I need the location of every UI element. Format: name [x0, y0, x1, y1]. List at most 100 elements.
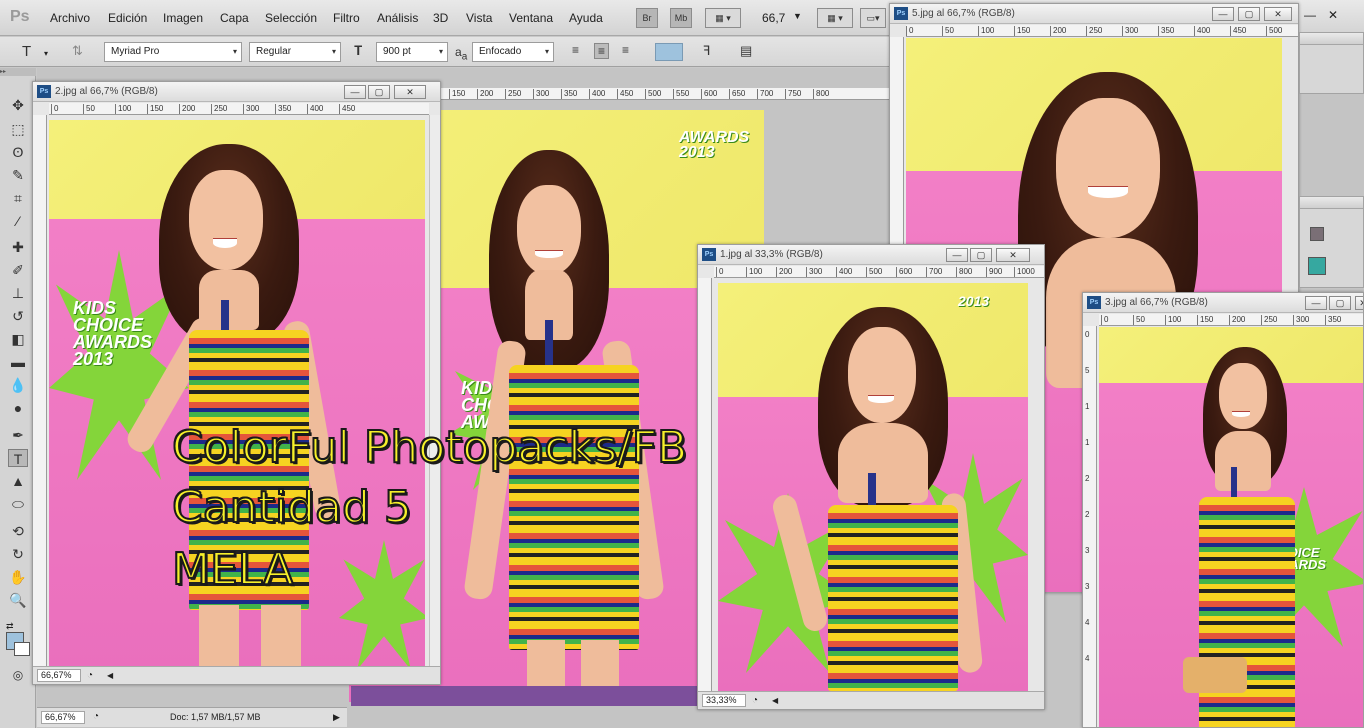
menu-archivo[interactable]: Archivo [50, 11, 90, 25]
document-titlebar[interactable]: Ps 3.jpg al 66,7% (RGB/8) — ▢ ✕ [1083, 293, 1363, 313]
minimize-button[interactable]: — [1212, 7, 1234, 21]
shape-tool-icon[interactable]: ⬭ [8, 495, 28, 513]
3d-rotate-tool-icon[interactable]: ⟲ [8, 522, 28, 540]
photo-kca-logo-top: 2013 [958, 294, 989, 308]
type-tool-button[interactable]: T [8, 449, 28, 467]
clone-stamp-tool-icon[interactable]: ⊥ [8, 284, 28, 302]
zoom-dropdown-icon[interactable]: ▼ [793, 11, 802, 21]
pen-tool-icon[interactable]: ✒ [8, 426, 28, 444]
menu-analisis[interactable]: Análisis [377, 11, 418, 25]
scroll-left-icon[interactable]: ◀ [107, 667, 113, 684]
font-size-select[interactable]: 900 pt ▾ [376, 42, 448, 62]
menu-seleccion[interactable]: Selección [265, 11, 317, 25]
quick-selection-tool-icon[interactable]: ✎ [8, 166, 28, 184]
menu-vista[interactable]: Vista [466, 11, 492, 25]
blur-tool-icon[interactable]: 💧 [8, 376, 28, 394]
dodge-tool-icon[interactable]: ● [8, 399, 28, 417]
ruler-tick: 50 [83, 104, 95, 114]
lasso-tool-icon[interactable]: ʘ [8, 143, 28, 161]
toggle-orientation-icon[interactable]: ⇅ [72, 43, 83, 59]
restore-button[interactable]: ▢ [970, 248, 992, 262]
type-tool-icon[interactable]: T [22, 43, 31, 60]
restore-button[interactable]: ▢ [368, 85, 390, 99]
close-button[interactable]: ✕ [394, 85, 426, 99]
mini-bridge-button[interactable]: Mb [670, 8, 692, 28]
panel-header[interactable] [1300, 197, 1363, 209]
ruler-tick: 450 [1230, 26, 1246, 36]
vertical-scrollbar[interactable] [429, 115, 440, 668]
zoom-level-readout[interactable]: 66,7 [762, 11, 785, 25]
eyedropper-tool-icon[interactable]: ⁄ [8, 212, 28, 230]
panel-header[interactable] [1300, 33, 1363, 45]
close-button[interactable]: ✕ [996, 248, 1030, 262]
scroll-left-icon[interactable]: ◀ [772, 692, 778, 709]
app-close-button[interactable]: ✕ [1328, 8, 1338, 22]
align-left-icon[interactable]: ≡ [572, 43, 579, 57]
restore-button[interactable]: ▢ [1238, 7, 1260, 21]
menu-ayuda[interactable]: Ayuda [569, 11, 603, 25]
status-zoom-field[interactable]: 66,67% [41, 711, 85, 724]
zoom-field[interactable]: 66,67% [37, 669, 81, 682]
menu-edicion[interactable]: Edición [108, 11, 147, 25]
screen-mode-button[interactable]: ▭▾ [860, 8, 886, 28]
minimize-button[interactable]: — [344, 85, 366, 99]
minimize-button[interactable]: — [946, 248, 968, 262]
hand-tool-icon[interactable]: ✋ [8, 568, 28, 586]
character-panel-icon[interactable]: ▤ [740, 43, 752, 59]
app-minimize-button[interactable]: — [1304, 8, 1316, 22]
align-right-icon[interactable]: ≡ [622, 43, 629, 57]
eraser-tool-icon[interactable]: ◧ [8, 330, 28, 348]
quick-mask-icon[interactable]: ◎ [8, 666, 28, 684]
toolbox-collapse-icon[interactable]: ▸▸ [0, 68, 36, 76]
watermark-line-2: Cantidad 5 [171, 481, 413, 534]
photo-subject-smile [535, 250, 563, 258]
menu-3d[interactable]: 3D [433, 11, 448, 25]
document-canvas-3[interactable]: CHOICEAWARDS [1099, 327, 1363, 727]
history-brush-tool-icon[interactable]: ↺ [8, 307, 28, 325]
zoom-field[interactable]: 33,33% [702, 694, 746, 707]
gradient-tool-icon[interactable]: ▬ [8, 353, 28, 371]
menu-imagen[interactable]: Imagen [163, 11, 203, 25]
restore-button[interactable]: ▢ [1329, 296, 1351, 310]
close-button[interactable]: ✕ [1355, 296, 1363, 310]
style-swatch[interactable] [1308, 257, 1326, 275]
crop-tool-icon[interactable]: ⌗ [8, 189, 28, 207]
view-extras-button[interactable]: ▦ ▾ [705, 8, 741, 28]
menu-filtro[interactable]: Filtro [333, 11, 360, 25]
warp-text-icon[interactable]: ꟻ [703, 43, 710, 59]
bridge-button[interactable]: Br [636, 8, 658, 28]
healing-brush-tool-icon[interactable]: ✚ [8, 238, 28, 256]
ruler-tick: 350 [1325, 315, 1341, 325]
marquee-tool-icon[interactable]: ⬚ [8, 120, 28, 138]
document-titlebar[interactable]: Ps 5.jpg al 66,7% (RGB/8) — ▢ ✕ [890, 4, 1298, 24]
font-family-select[interactable]: Myriad Pro ▾ [104, 42, 242, 62]
tool-preset-dropdown-icon[interactable]: ▾ [44, 49, 48, 58]
zoom-tool-icon[interactable]: 🔍 [8, 591, 28, 609]
font-style-select[interactable]: Regular ▾ [249, 42, 341, 62]
menu-ventana[interactable]: Ventana [509, 11, 553, 25]
antialias-select[interactable]: Enfocado ▾ [472, 42, 554, 62]
align-center-icon[interactable]: ≡ [594, 43, 610, 59]
path-selection-tool-icon[interactable]: ▲ [8, 472, 28, 490]
ruler-tick: 800 [956, 267, 972, 277]
menu-capa[interactable]: Capa [220, 11, 249, 25]
text-color-swatch[interactable] [655, 43, 683, 61]
status-info-icon[interactable]: ◔ [87, 667, 93, 684]
document-titlebar[interactable]: Ps 1.jpg al 33,3% (RGB/8) — ▢ ✕ [698, 245, 1044, 265]
brush-tool-icon[interactable]: ✐ [8, 261, 28, 279]
status-menu-arrow-icon[interactable]: ▶ [333, 708, 340, 726]
close-button[interactable]: ✕ [1264, 7, 1292, 21]
arrange-documents-button[interactable]: ▦ ▾ [817, 8, 853, 28]
document-titlebar[interactable]: Ps 2.jpg al 66,7% (RGB/8) — ▢ ✕ [33, 82, 440, 102]
3d-orbit-tool-icon[interactable]: ↻ [8, 545, 28, 563]
minimize-button[interactable]: — [1305, 296, 1327, 310]
document-title: 5.jpg al 66,7% (RGB/8) [912, 8, 1015, 19]
document-canvas-1[interactable]: 2013 [718, 283, 1028, 691]
move-tool-icon[interactable]: ✥ [8, 96, 28, 114]
background-color-swatch[interactable] [14, 642, 30, 656]
status-info-icon[interactable]: ◔ [752, 692, 758, 709]
status-info-icon[interactable]: ◔ [93, 708, 99, 726]
ruler-tick: 200 [477, 89, 493, 99]
swap-colors-icon[interactable]: ⇄ [6, 621, 14, 632]
style-swatch[interactable] [1310, 227, 1324, 241]
